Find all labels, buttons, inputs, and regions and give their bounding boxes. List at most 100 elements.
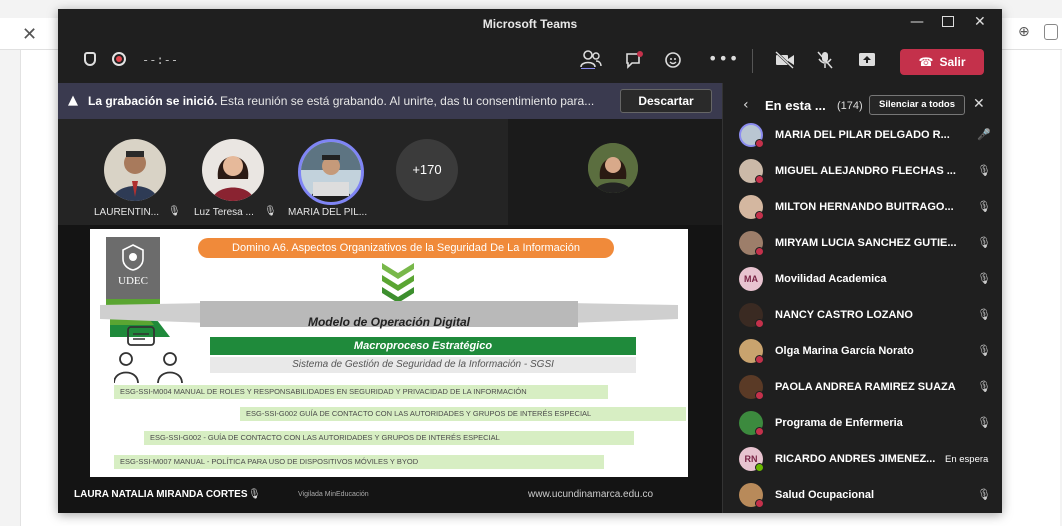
toolbar-separator bbox=[752, 49, 753, 73]
participant-avatar-2[interactable] bbox=[202, 139, 264, 201]
participants-panel-title: En esta ... bbox=[765, 98, 826, 113]
participant-name: PAOLA ANDREA RAMIREZ SUAZA bbox=[775, 381, 956, 393]
browser-sidebar-icon[interactable] bbox=[1044, 24, 1058, 40]
recording-banner-title: La grabación se inició. bbox=[88, 94, 218, 108]
mic-off-icon: 🎙 bbox=[248, 489, 261, 500]
minimize-icon[interactable]: — bbox=[910, 14, 924, 30]
participant-name: NANCY CASTRO LOZANO bbox=[775, 309, 913, 321]
udec-logo-text: UDEC bbox=[118, 275, 148, 287]
people-chat-icon bbox=[114, 326, 183, 384]
presence-dot bbox=[755, 319, 764, 328]
leave-button-label: Salir bbox=[939, 55, 966, 69]
shield-icon bbox=[84, 52, 96, 66]
more-participants-counter[interactable]: +170 bbox=[396, 139, 458, 201]
presence-dot bbox=[755, 463, 764, 472]
document-row: ESG-SSI-M007 MANUAL - POLÍTICA PARA USO … bbox=[114, 455, 604, 469]
presenter-name: LAURA NATALIA MIRANDA CORTES bbox=[74, 489, 248, 500]
list-item[interactable]: PAOLA ANDREA RAMIREZ SUAZA 🎙 bbox=[723, 369, 1002, 405]
meeting-toolbar: --:-- ••• ☎ Salir bbox=[58, 39, 1002, 83]
participant-avatar-3[interactable] bbox=[298, 139, 364, 205]
mic-off-icon: 🎙 bbox=[264, 206, 277, 217]
browser-extension-icon[interactable]: ⊕ bbox=[1018, 24, 1030, 40]
mic-off-icon[interactable]: 🎙 bbox=[977, 380, 991, 393]
document-row: ESG-SSI-G002 - GUÍA DE CONTACTO CON LAS … bbox=[144, 431, 634, 445]
browser-close-icon[interactable]: ✕ bbox=[22, 24, 37, 45]
list-item[interactable]: Olga Marina García Norato 🎙 bbox=[723, 333, 1002, 369]
udec-logo: UDEC bbox=[106, 237, 160, 299]
participant-name: Programa de Enfermeria bbox=[775, 417, 903, 429]
mic-off-icon[interactable]: 🎙 bbox=[977, 200, 991, 213]
participant-avatar-1[interactable] bbox=[104, 139, 166, 201]
recording-icon bbox=[112, 52, 126, 66]
list-item[interactable]: Programa de Enfermeria 🎙 bbox=[723, 405, 1002, 441]
participants-icon[interactable] bbox=[580, 49, 602, 69]
window-title: Microsoft Teams bbox=[482, 17, 578, 31]
mic-off-icon[interactable]: 🎙 bbox=[977, 164, 991, 177]
document-row: ESG-SSI-G002 GUÍA DE CONTACTO CON LAS AU… bbox=[240, 407, 686, 421]
mic-off-icon[interactable]: 🎙 bbox=[977, 272, 991, 285]
share-screen-icon[interactable] bbox=[858, 51, 876, 69]
presence-dot bbox=[755, 247, 764, 256]
participant-tile[interactable] bbox=[508, 119, 722, 225]
mic-off-icon: 🎙 bbox=[168, 206, 181, 217]
participant-name-1: LAURENTIN... bbox=[94, 207, 160, 218]
participant-name: MIRYAM LUCIA SANCHEZ GUTIE... bbox=[775, 237, 957, 249]
participant-name: Olga Marina García Norato bbox=[775, 345, 914, 357]
participants-strip: LAURENTIN... 🎙 Luz Teresa ... 🎙 MARIA DE… bbox=[58, 119, 722, 225]
reactions-icon[interactable] bbox=[664, 50, 684, 70]
mic-off-icon[interactable]: 🎙 bbox=[977, 344, 991, 357]
close-icon[interactable]: ✕ bbox=[974, 14, 986, 30]
mic-off-icon[interactable]: 🎙 bbox=[977, 236, 991, 249]
participant-name-3: MARIA DEL PIL... bbox=[288, 207, 368, 218]
macroproceso-box: Macroproceso Estratégico bbox=[210, 337, 636, 355]
mic-off-icon[interactable]: 🎙 bbox=[977, 416, 991, 429]
presence-dot bbox=[755, 499, 764, 508]
mic-off-icon[interactable]: 🎙 bbox=[977, 488, 991, 501]
list-item[interactable]: MILTON HERNANDO BUITRAGO... 🎙 bbox=[723, 189, 1002, 225]
presence-dot bbox=[755, 175, 764, 184]
meeting-timer: --:-- bbox=[142, 53, 179, 67]
chat-icon[interactable] bbox=[624, 50, 644, 70]
participant-status: En espera bbox=[945, 454, 989, 465]
mute-all-button[interactable]: Silenciar a todos bbox=[869, 95, 965, 115]
phone-hangup-icon: ☎ bbox=[918, 55, 934, 69]
camera-off-icon[interactable] bbox=[774, 51, 796, 69]
presence-dot bbox=[755, 427, 764, 436]
shared-screen-footer: LAURA NATALIA MIRANDA CORTES 🎙 Vigilada … bbox=[58, 477, 722, 513]
mic-off-icon[interactable] bbox=[816, 50, 834, 70]
dismiss-button[interactable]: Descartar bbox=[620, 89, 712, 113]
list-item[interactable]: MIGUEL ALEJANDRO FLECHAS ... 🎙 bbox=[723, 153, 1002, 189]
presence-dot bbox=[755, 139, 764, 148]
chevron-left-icon[interactable]: ‹ bbox=[743, 97, 749, 113]
participant-name: Salud Ocupacional bbox=[775, 489, 875, 501]
participant-avatar-4 bbox=[588, 143, 638, 193]
close-panel-icon[interactable]: ✕ bbox=[973, 96, 985, 112]
maximize-icon[interactable] bbox=[942, 16, 954, 27]
list-item[interactable]: MIRYAM LUCIA SANCHEZ GUTIE... 🎙 bbox=[723, 225, 1002, 261]
participant-name: MARIA DEL PILAR DELGADO R... bbox=[775, 129, 950, 141]
participants-count: (174) bbox=[837, 100, 863, 112]
mic-on-icon[interactable]: 🎤 bbox=[977, 128, 991, 141]
more-options-icon[interactable]: ••• bbox=[708, 49, 739, 68]
list-item[interactable]: NANCY CASTRO LOZANO 🎙 bbox=[723, 297, 1002, 333]
vigilado-label: Vigilada MinEducación bbox=[298, 491, 369, 498]
participant-name: MILTON HERNANDO BUITRAGO... bbox=[775, 201, 954, 213]
presence-dot bbox=[755, 211, 764, 220]
mic-off-icon[interactable]: 🎙 bbox=[977, 308, 991, 321]
list-item[interactable]: Salud Ocupacional 🎙 bbox=[723, 477, 1002, 513]
participant-name: Movilidad Academica bbox=[775, 273, 887, 285]
list-item[interactable]: MARIA DEL PILAR DELGADO R... 🎤 bbox=[723, 117, 1002, 153]
warning-icon: ▲ bbox=[68, 93, 78, 108]
title-bar: Microsoft Teams — ✕ bbox=[58, 9, 1002, 39]
recording-banner-text: Esta reunión se está grabando. Al unirte… bbox=[220, 94, 595, 108]
list-item[interactable]: RN RICARDO ANDRES JIMENEZ... En espera bbox=[723, 441, 1002, 477]
slide-title-banner: Domino A6. Aspectos Organizativos de la … bbox=[198, 238, 614, 258]
avatar-initials: MA bbox=[739, 267, 763, 291]
participant-name: MIGUEL ALEJANDRO FLECHAS ... bbox=[775, 165, 956, 177]
presence-dot bbox=[755, 355, 764, 364]
shared-screen: UDEC Domino A6. Aspectos Organizativos d… bbox=[58, 225, 722, 513]
list-item[interactable]: MA Movilidad Academica 🎙 bbox=[723, 261, 1002, 297]
website-label: www.ucundinamarca.edu.co bbox=[528, 489, 654, 500]
leave-button[interactable]: ☎ Salir bbox=[900, 49, 984, 75]
participant-name-2: Luz Teresa ... bbox=[194, 207, 254, 218]
